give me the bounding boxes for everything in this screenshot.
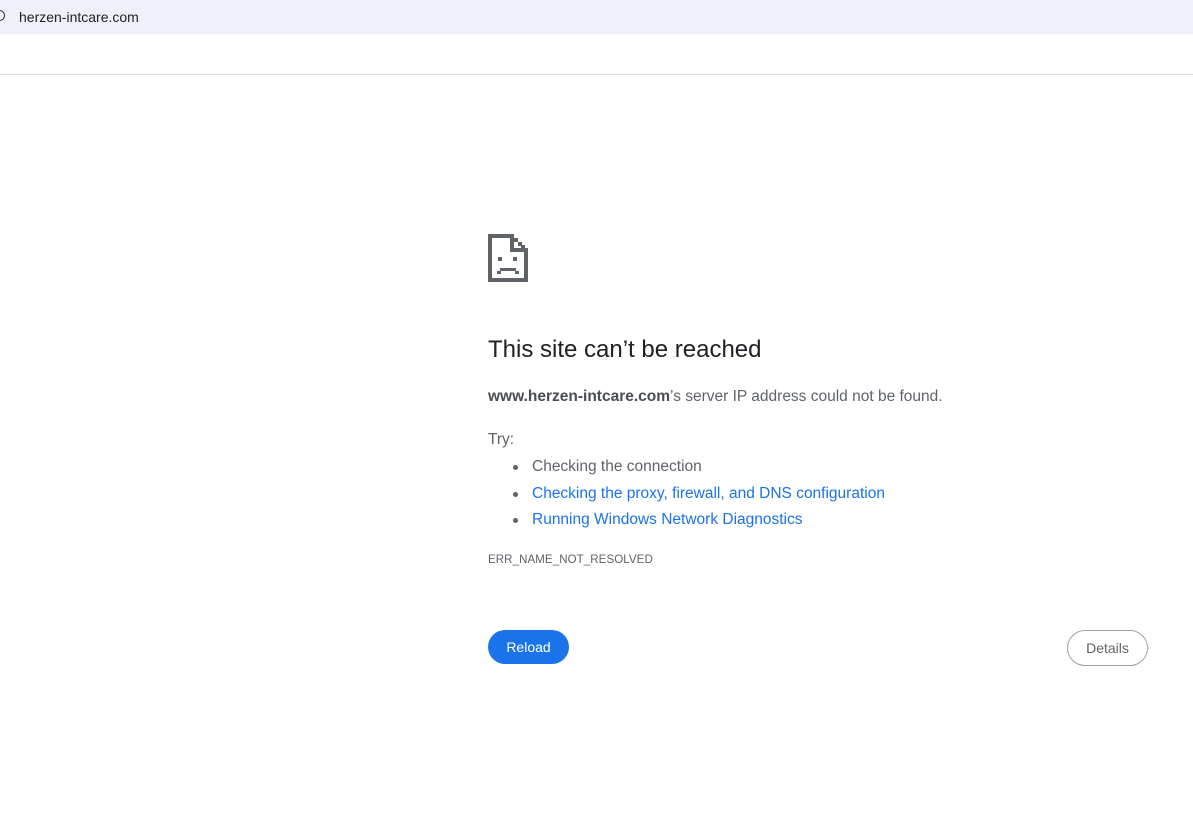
error-message: ’s server IP address could not be found.: [670, 388, 943, 405]
info-circle-icon[interactable]: [0, 10, 5, 21]
sad-document-icon: [488, 234, 528, 282]
suggestions-list: Checking the connection Checking the pro…: [488, 454, 885, 534]
details-button[interactable]: Details: [1067, 630, 1148, 666]
suggestion-network-diagnostics[interactable]: Running Windows Network Diagnostics: [513, 507, 885, 534]
suggestion-check-proxy[interactable]: Checking the proxy, firewall, and DNS co…: [513, 481, 885, 508]
error-code: ERR_NAME_NOT_RESOLVED: [488, 554, 653, 566]
error-summary: www.herzen-intcare.com’s server IP addre…: [488, 386, 943, 408]
page-title: This site can’t be reached: [488, 336, 762, 363]
bookmarks-bar: [0, 34, 1193, 75]
network-diagnostics-link[interactable]: Running Windows Network Diagnostics: [532, 511, 803, 528]
proxy-firewall-dns-link[interactable]: Checking the proxy, firewall, and DNS co…: [532, 485, 885, 502]
hostname: www.herzen-intcare.com: [488, 388, 671, 405]
address-bar[interactable]: herzen-intcare.com: [0, 0, 1193, 34]
reload-button[interactable]: Reload: [488, 630, 569, 664]
suggestion-check-connection: Checking the connection: [513, 454, 885, 481]
try-label: Try:: [488, 431, 515, 448]
url-text[interactable]: herzen-intcare.com: [19, 8, 139, 26]
suggestion-text: Checking the connection: [532, 458, 702, 475]
